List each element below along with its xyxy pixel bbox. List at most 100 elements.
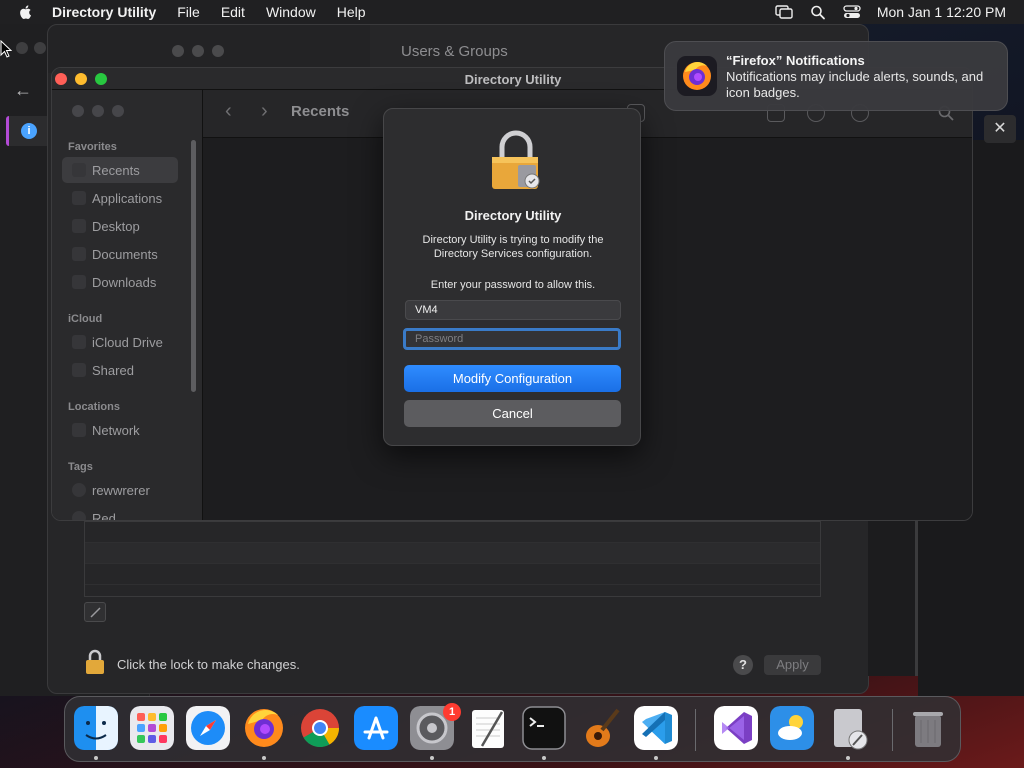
notification-title: “Firefox” Notifications	[726, 53, 865, 68]
sidebar-item-applications[interactable]: Applications	[62, 185, 178, 211]
info-tab[interactable]: i	[6, 116, 50, 146]
users-window-title: Users & Groups	[401, 43, 508, 60]
apply-button[interactable]: Apply	[764, 655, 821, 675]
back-chevron-icon[interactable]: ‹	[225, 100, 232, 123]
screen-mirroring-icon[interactable]	[775, 4, 793, 20]
modify-configuration-button[interactable]: Modify Configuration	[404, 365, 621, 392]
cancel-button[interactable]: Cancel	[404, 400, 621, 427]
file-dialog-sidebar: Favorites Recents Applications Desktop D…	[52, 90, 202, 520]
sidebar-item-icloud-drive[interactable]: iCloud Drive	[62, 329, 178, 355]
close-icon[interactable]: ✕	[984, 115, 1016, 143]
directory-utility-icon[interactable]	[826, 706, 870, 750]
sidebar-item-recents[interactable]: Recents	[62, 157, 178, 183]
weather-icon[interactable]	[770, 706, 814, 750]
sidebar-section-tags: Tags	[68, 461, 93, 473]
lock-hint-text: Click the lock to make changes.	[117, 657, 300, 672]
window-minimize-button[interactable]	[92, 105, 104, 117]
running-indicator	[542, 756, 546, 760]
dialog-title: Directory Utility	[464, 208, 562, 223]
breadcrumb: Recents	[291, 103, 350, 120]
textedit-icon[interactable]	[466, 706, 510, 750]
dialog-message: Directory Utility is trying to modify th…	[422, 234, 604, 260]
edit-button[interactable]	[84, 602, 106, 622]
sidebar-item-tag-red[interactable]: Red	[62, 505, 178, 520]
back-arrow-icon[interactable]: ←	[14, 80, 32, 101]
finder-icon[interactable]	[74, 706, 118, 750]
sidebar-item-shared[interactable]: Shared	[62, 357, 178, 383]
running-indicator	[94, 756, 98, 760]
sidebar-item-downloads[interactable]: Downloads	[62, 269, 178, 295]
dock: 1	[64, 696, 961, 762]
menu-app-name[interactable]: Directory Utility	[52, 4, 156, 20]
sidebar-item-documents[interactable]: Documents	[62, 241, 178, 267]
safari-icon[interactable]	[186, 706, 230, 750]
firefox-icon[interactable]	[242, 706, 286, 750]
sidebar-item-tag-rewwrerer[interactable]: rewwrerer	[62, 477, 178, 503]
running-indicator	[654, 756, 658, 760]
tag-icon	[72, 511, 86, 520]
sidebar-item-label: Downloads	[92, 275, 157, 290]
sidebar-item-label: Network	[92, 423, 140, 438]
authentication-dialog: Directory Utility Directory Utility is t…	[383, 108, 641, 446]
list-item[interactable]	[85, 522, 820, 543]
help-button[interactable]: ?	[733, 655, 753, 675]
window-close-button[interactable]	[16, 42, 28, 54]
launchpad-icon[interactable]	[130, 706, 174, 750]
dialog-prompt: Enter your password to allow this.	[430, 279, 596, 291]
garageband-icon[interactable]	[578, 706, 622, 750]
username-field[interactable]	[405, 300, 621, 320]
users-window-titlebar	[48, 25, 370, 73]
sidebar-item-desktop[interactable]: Desktop	[62, 213, 178, 239]
window-minimize-button[interactable]	[34, 42, 46, 54]
dock-separator	[695, 709, 696, 751]
running-indicator	[262, 756, 266, 760]
firefox-notification-banner[interactable]: “Firefox” Notifications Notifications ma…	[664, 41, 1008, 111]
apple-menu-icon[interactable]	[18, 4, 34, 20]
menu-window[interactable]: Window	[266, 4, 316, 20]
control-center-icon[interactable]	[843, 4, 861, 20]
menu-help[interactable]: Help	[337, 4, 366, 20]
sidebar-item-label: Desktop	[92, 219, 140, 234]
visual-studio-icon[interactable]	[714, 706, 758, 750]
sidebar-section-icloud: iCloud	[68, 313, 103, 325]
users-list[interactable]	[84, 521, 821, 597]
sidebar-item-label: Shared	[92, 363, 134, 378]
window-zoom-button[interactable]	[212, 45, 224, 57]
forward-chevron-icon[interactable]: ›	[261, 100, 268, 123]
list-item[interactable]	[85, 564, 820, 585]
trash-icon[interactable]	[906, 706, 950, 750]
window-close-button[interactable]	[72, 105, 84, 117]
shared-folder-icon	[72, 363, 86, 377]
sidebar-item-network[interactable]: Network	[62, 417, 178, 443]
notification-body: Notifications may include alerts, sounds…	[726, 69, 984, 100]
sidebar-item-label: Applications	[92, 191, 163, 206]
sidebar-item-label: Documents	[92, 247, 158, 262]
sidebar-scrollbar[interactable]	[191, 140, 196, 392]
clock-icon	[72, 163, 86, 177]
menu-clock[interactable]: Mon Jan 1 12:20 PM	[877, 4, 1006, 20]
sidebar-item-label: rewwrerer	[92, 483, 150, 498]
firefox-icon	[677, 56, 717, 96]
chrome-icon[interactable]	[298, 706, 342, 750]
terminal-icon[interactable]	[522, 706, 566, 750]
window-minimize-button[interactable]	[192, 45, 204, 57]
menu-file[interactable]: File	[177, 4, 200, 20]
window-zoom-button[interactable]	[112, 105, 124, 117]
mouse-cursor-icon	[0, 40, 12, 58]
network-icon	[72, 423, 86, 437]
sidebar-item-label: Recents	[92, 163, 140, 178]
password-field[interactable]	[403, 328, 621, 350]
vscode-icon[interactable]	[634, 706, 678, 750]
menu-edit[interactable]: Edit	[221, 4, 245, 20]
spotlight-search-icon[interactable]	[809, 4, 827, 20]
list-item[interactable]	[85, 543, 820, 564]
sidebar-section-favorites: Favorites	[68, 141, 117, 153]
pencil-icon	[90, 607, 101, 618]
window-close-button[interactable]	[172, 45, 184, 57]
lock-icon[interactable]	[84, 649, 106, 675]
tag-icon	[72, 483, 86, 497]
desktop-icon	[72, 219, 86, 233]
document-icon	[72, 247, 86, 261]
security-lock-icon	[492, 130, 540, 189]
app-store-icon[interactable]	[354, 706, 398, 750]
